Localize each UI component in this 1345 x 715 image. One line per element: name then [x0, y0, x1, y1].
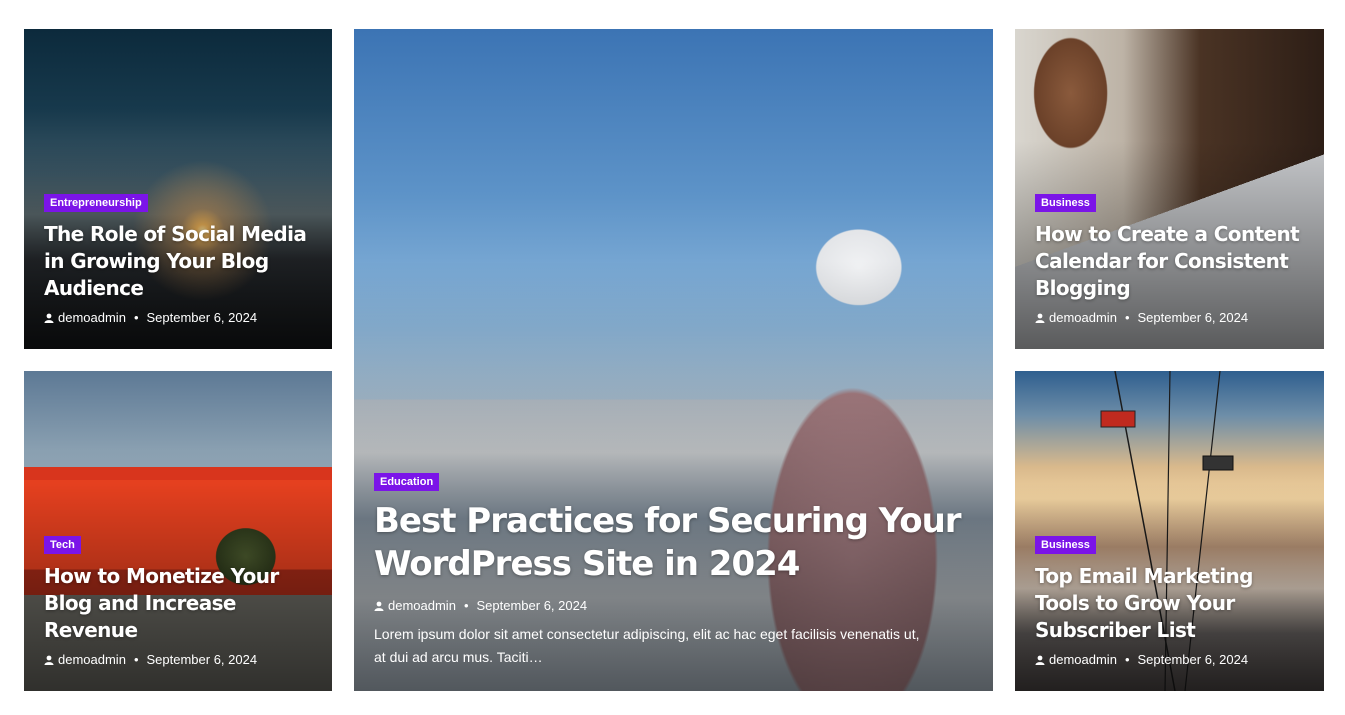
post-date[interactable]: September 6, 2024	[147, 310, 258, 325]
post-meta: demoadmin • September 6, 2024	[44, 652, 314, 667]
meta-separator: •	[1124, 652, 1130, 667]
post-content: Business How to Create a Content Calenda…	[1035, 193, 1306, 325]
category-badge[interactable]: Education	[374, 473, 440, 491]
user-icon	[44, 313, 54, 323]
user-icon	[1035, 313, 1045, 323]
category-badge[interactable]: Business	[1035, 536, 1096, 554]
post-date[interactable]: September 6, 2024	[1138, 310, 1249, 325]
post-date[interactable]: September 6, 2024	[147, 652, 258, 667]
meta-separator: •	[1124, 310, 1130, 325]
author-link[interactable]: demoadmin	[58, 310, 126, 325]
post-title[interactable]: How to Create a Content Calendar for Con…	[1035, 221, 1306, 302]
post-excerpt: Lorem ipsum dolor sit amet consectetur a…	[374, 626, 920, 665]
post-date[interactable]: September 6, 2024	[1138, 652, 1249, 667]
meta-separator: •	[133, 652, 139, 667]
category-badge[interactable]: Entrepreneurship	[44, 194, 148, 212]
author-link[interactable]: demoadmin	[388, 598, 456, 613]
post-card-featured[interactable]: Education Best Practices for Securing Yo…	[354, 29, 993, 691]
post-title[interactable]: Top Email Marketing Tools to Grow Your S…	[1035, 563, 1306, 644]
post-content: Entrepreneurship The Role of Social Medi…	[44, 193, 314, 325]
post-card-social-media[interactable]: Entrepreneurship The Role of Social Medi…	[24, 29, 332, 349]
post-card-email-marketing[interactable]: Business Top Email Marketing Tools to Gr…	[1015, 371, 1324, 691]
post-meta: demoadmin • September 6, 2024	[44, 310, 314, 325]
category-badge[interactable]: Tech	[44, 536, 81, 554]
meta-separator: •	[463, 598, 469, 613]
post-title[interactable]: The Role of Social Media in Growing Your…	[44, 221, 314, 302]
post-title[interactable]: How to Monetize Your Blog and Increase R…	[44, 563, 314, 644]
user-icon	[1035, 655, 1045, 665]
post-date[interactable]: September 6, 2024	[477, 598, 588, 613]
post-card-monetize[interactable]: Tech How to Monetize Your Blog and Incre…	[24, 371, 332, 691]
post-meta: demoadmin • September 6, 2024	[1035, 310, 1306, 325]
user-icon	[374, 601, 384, 611]
post-content: Business Top Email Marketing Tools to Gr…	[1035, 535, 1306, 667]
post-title[interactable]: Best Practices for Securing Your WordPre…	[374, 500, 975, 586]
author-link[interactable]: demoadmin	[1049, 310, 1117, 325]
post-meta: demoadmin • September 6, 2024	[374, 598, 975, 613]
post-meta: demoadmin • September 6, 2024	[1035, 652, 1306, 667]
post-card-content-calendar[interactable]: Business How to Create a Content Calenda…	[1015, 29, 1324, 349]
meta-separator: •	[133, 310, 139, 325]
category-badge[interactable]: Business	[1035, 194, 1096, 212]
author-link[interactable]: demoadmin	[1049, 652, 1117, 667]
post-content: Tech How to Monetize Your Blog and Incre…	[44, 535, 314, 667]
post-content: Education Best Practices for Securing Yo…	[374, 472, 975, 669]
user-icon	[44, 655, 54, 665]
author-link[interactable]: demoadmin	[58, 652, 126, 667]
